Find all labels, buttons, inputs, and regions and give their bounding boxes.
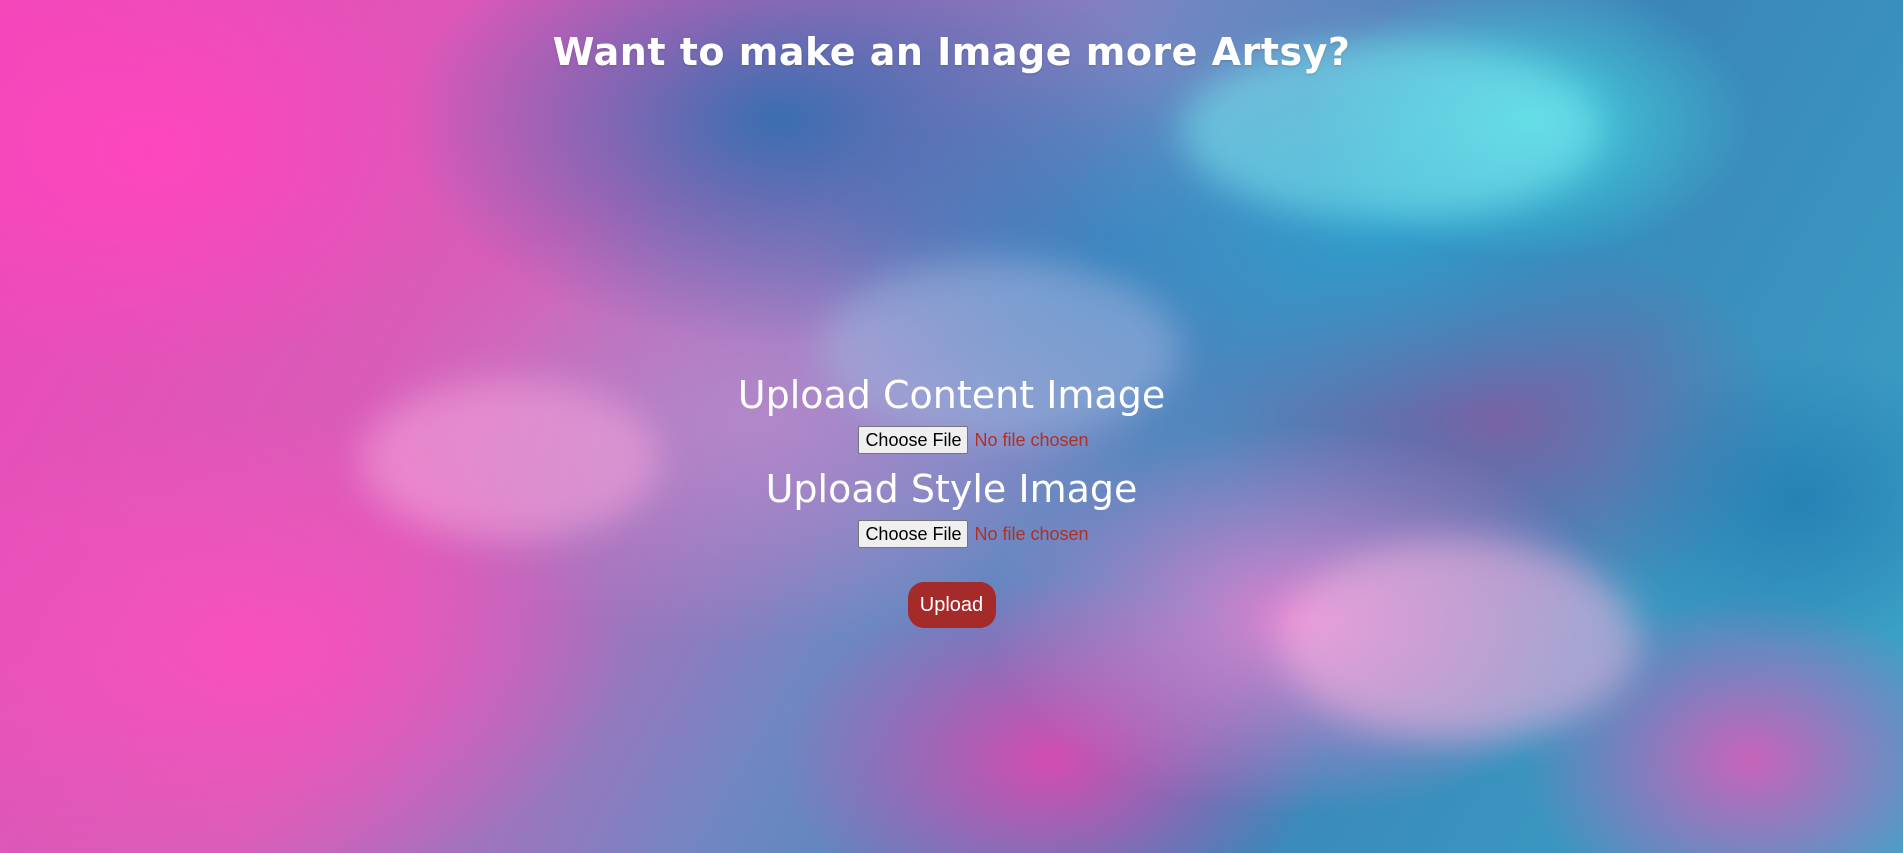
- content-file-status: No file chosen: [974, 429, 1089, 450]
- content-image-label: Upload Content Image: [737, 373, 1166, 417]
- content-file-input-inner: Choose File No file chosen: [858, 426, 1089, 454]
- style-choose-file-button[interactable]: Choose File: [858, 520, 969, 548]
- style-file-status: No file chosen: [974, 523, 1089, 544]
- style-image-label: Upload Style Image: [765, 467, 1138, 511]
- content-file-input[interactable]: Choose File No file chosen: [0, 422, 1903, 458]
- style-file-input[interactable]: Choose File No file chosen: [0, 516, 1903, 552]
- upload-button[interactable]: Upload: [907, 582, 996, 628]
- page: Want to make an Image more Artsy? Upload…: [0, 0, 1903, 853]
- page-title: Want to make an Image more Artsy?: [552, 30, 1351, 74]
- upload-form: Upload Content Image Choose File No file…: [0, 372, 1903, 628]
- content-choose-file-button[interactable]: Choose File: [858, 426, 969, 454]
- submit-wrap: Upload: [0, 582, 1903, 628]
- style-file-input-inner: Choose File No file chosen: [858, 520, 1089, 548]
